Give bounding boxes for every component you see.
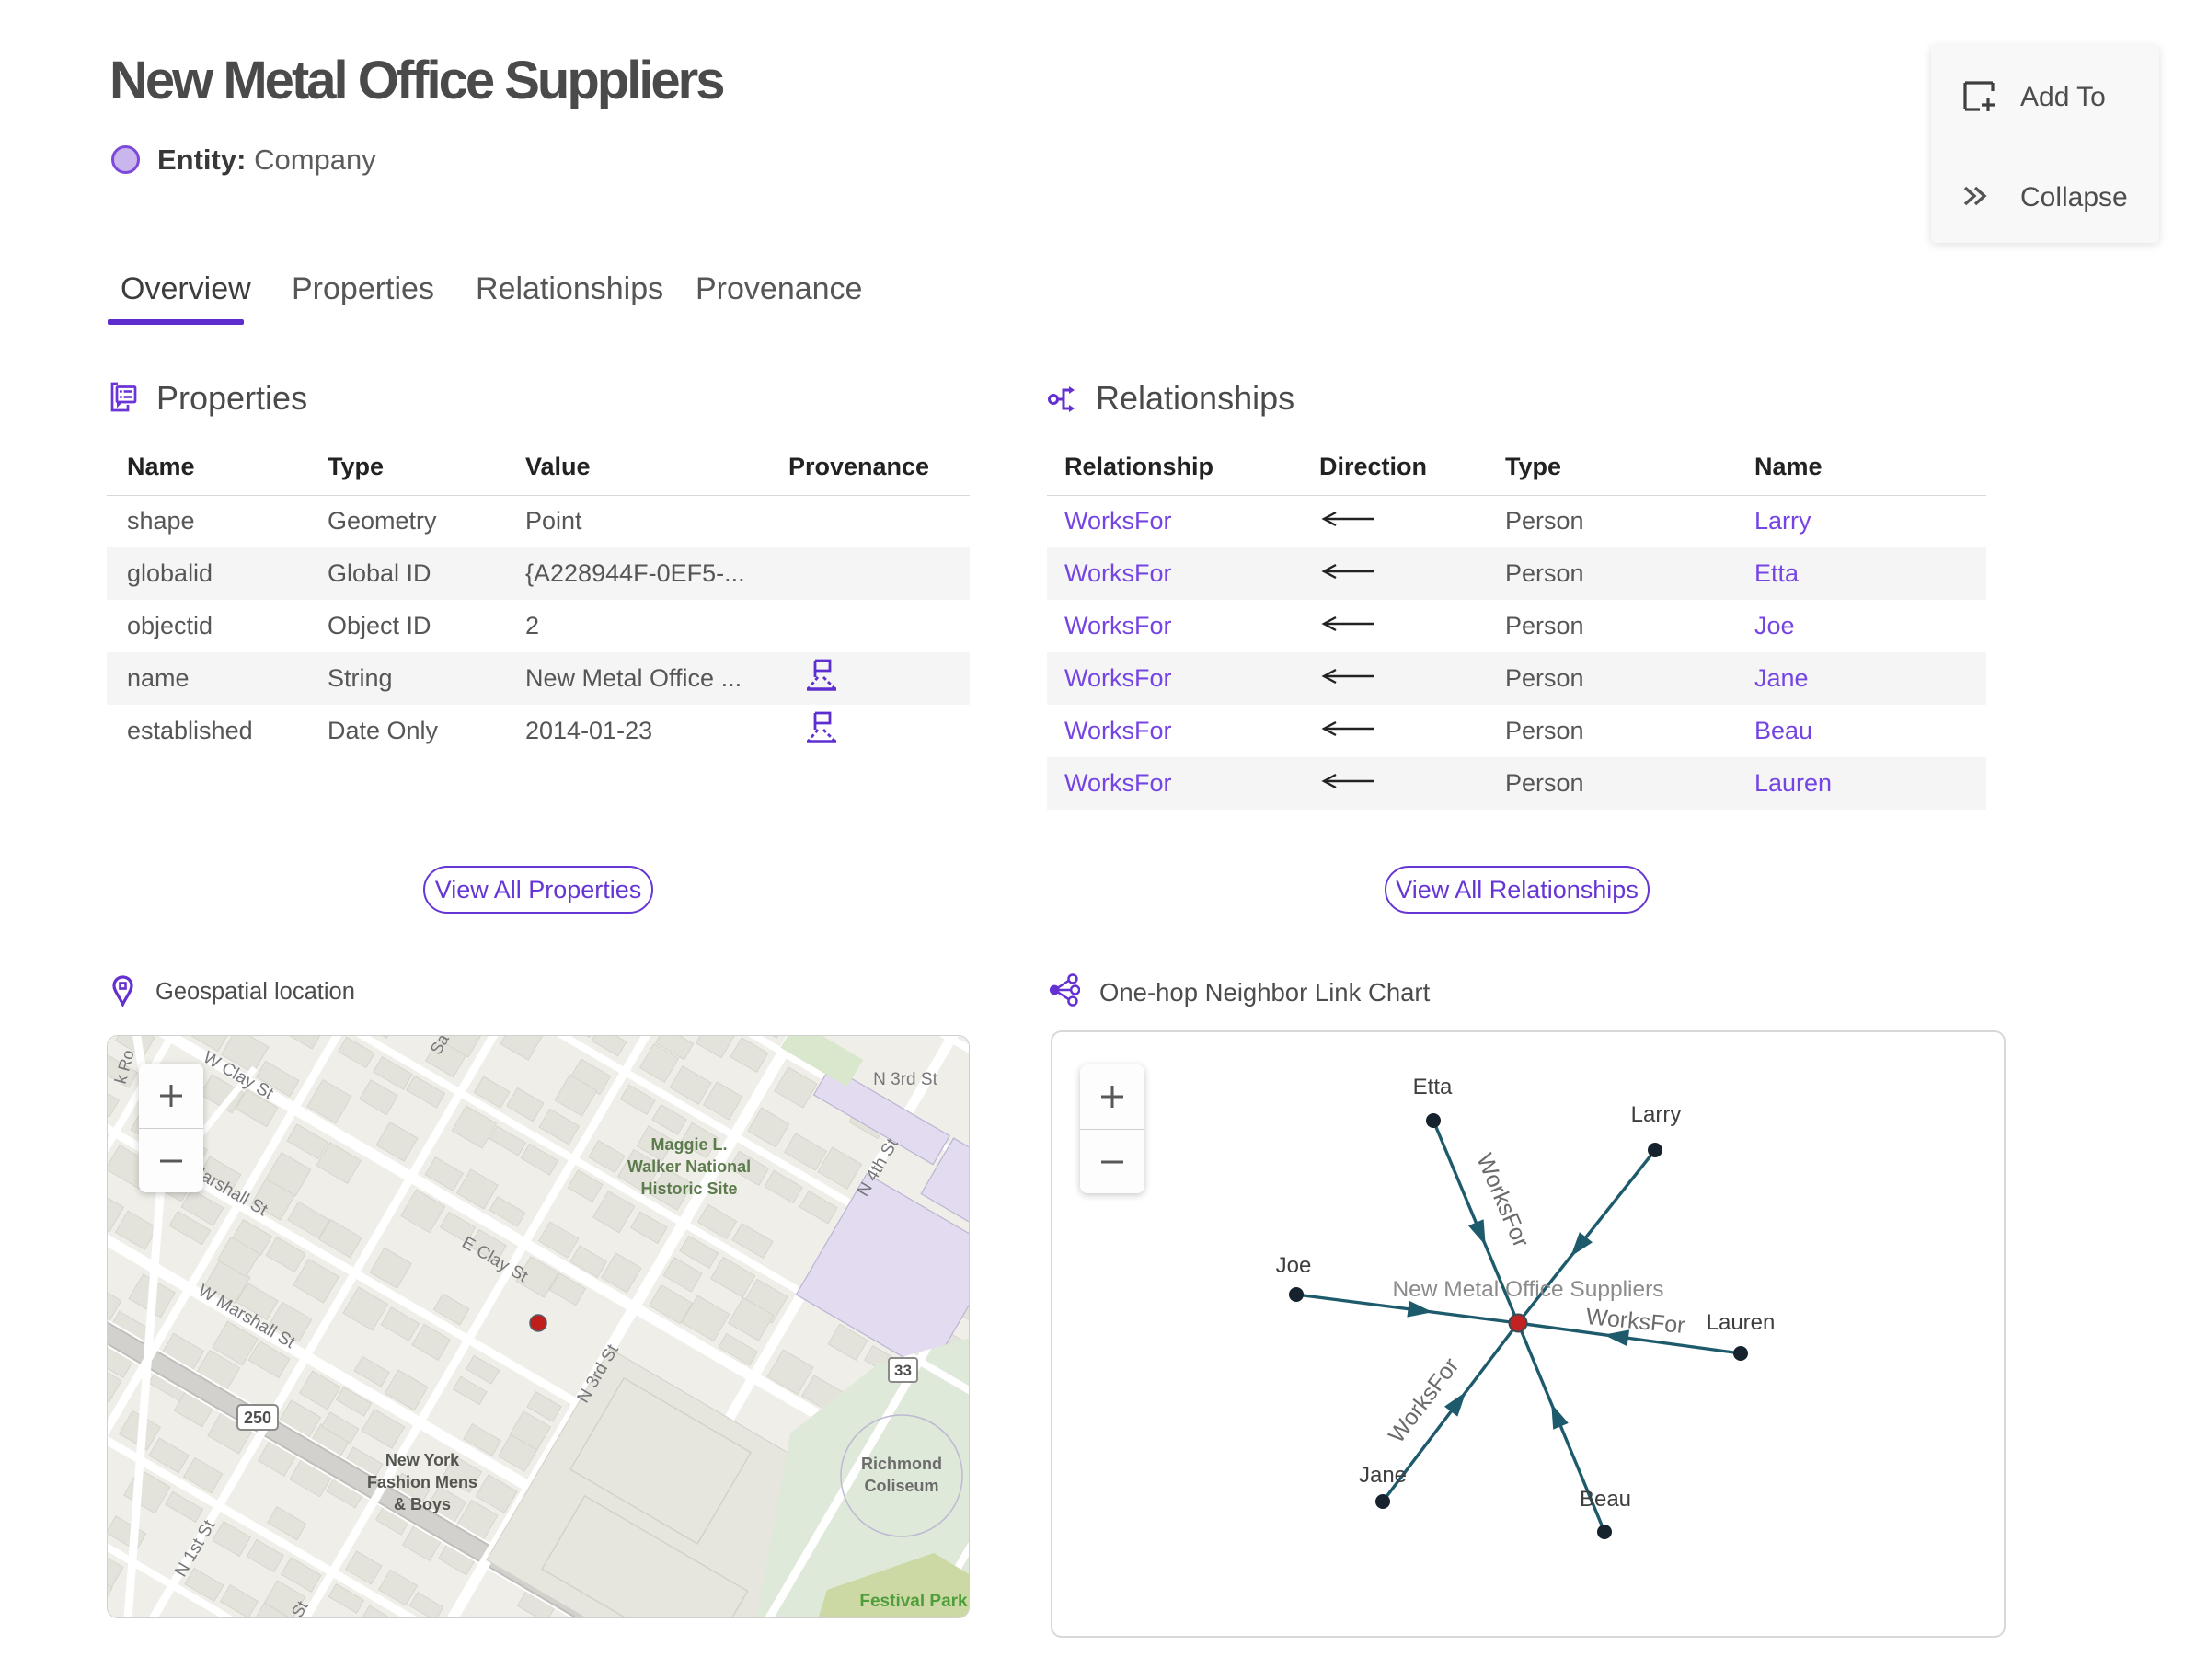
svg-text:Etta: Etta	[1413, 1075, 1453, 1099]
svg-text:Festival Park: Festival Park	[859, 1592, 968, 1611]
svg-text:Walker National: Walker National	[627, 1157, 751, 1176]
svg-text:Richmond: Richmond	[861, 1455, 942, 1473]
svg-text:Jane: Jane	[1359, 1463, 1407, 1488]
svg-text:33: 33	[894, 1362, 912, 1379]
svg-text:Lauren: Lauren	[1707, 1310, 1776, 1335]
svg-text:New York: New York	[385, 1451, 460, 1469]
svg-text:Joe: Joe	[1276, 1253, 1312, 1278]
svg-text:Historic Site: Historic Site	[640, 1179, 737, 1198]
svg-text:New Metal Office Suppliers: New Metal Office Suppliers	[1392, 1277, 1663, 1302]
svg-text:Fashion Mens: Fashion Mens	[367, 1473, 477, 1491]
svg-text:250: 250	[244, 1409, 271, 1427]
svg-text:N 3rd St: N 3rd St	[873, 1070, 937, 1089]
svg-text:Larry: Larry	[1631, 1102, 1682, 1127]
svg-text:Maggie L.: Maggie L.	[650, 1135, 727, 1154]
svg-text:Coliseum: Coliseum	[864, 1477, 938, 1495]
svg-text:& Boys: & Boys	[394, 1495, 451, 1513]
svg-text:Beau: Beau	[1580, 1487, 1631, 1512]
svg-text:WorksFor: WorksFor	[1384, 1353, 1465, 1448]
